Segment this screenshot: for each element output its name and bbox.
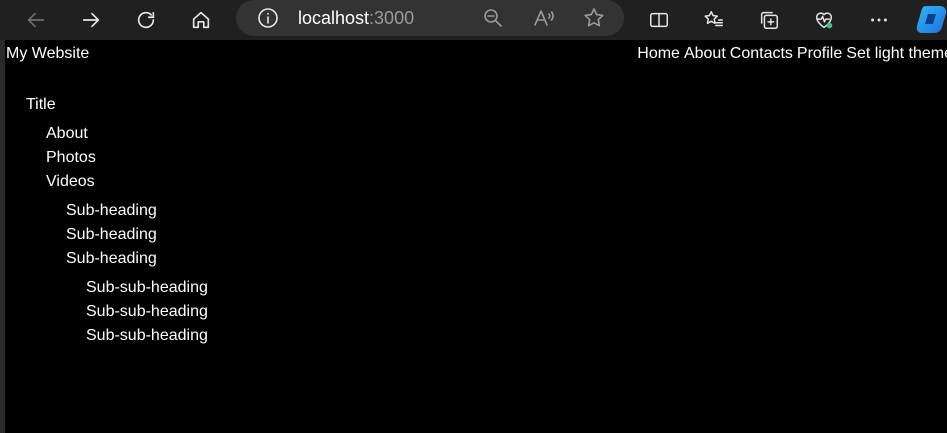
arrow-left-icon [27, 12, 45, 28]
nav-about[interactable]: About [684, 45, 726, 63]
more-dots-icon [871, 18, 887, 22]
heading-item: Photos [46, 149, 96, 166]
collections-icon [760, 11, 778, 29]
site-title[interactable]: My Website [6, 45, 89, 63]
split-screen-button[interactable] [641, 2, 677, 38]
sub-sub-heading-item: Sub-sub-heading [86, 303, 208, 320]
page-title: Title [26, 96, 56, 113]
top-nav: Home About Contacts Profile Set light th… [637, 45, 947, 63]
favorites-button[interactable] [696, 2, 732, 38]
refresh-button[interactable] [128, 2, 164, 38]
forward-button[interactable] [73, 2, 109, 38]
zoom-out-icon[interactable] [481, 6, 505, 30]
arrow-right-icon [82, 12, 100, 28]
home-button[interactable] [183, 2, 219, 38]
url-host: localhost [298, 8, 370, 28]
collections-button[interactable] [751, 2, 787, 38]
info-icon[interactable] [256, 6, 280, 30]
nav-contacts[interactable]: Contacts [730, 45, 793, 63]
page-viewport: My Website Home About Contacts Profile S… [0, 40, 947, 433]
heading-item: Videos [46, 173, 95, 190]
browser-essentials-button[interactable] [806, 2, 842, 38]
back-button[interactable] [18, 2, 54, 38]
split-screen-icon [650, 12, 668, 28]
url-port: :3000 [369, 8, 415, 28]
heading-item: About [46, 125, 88, 142]
more-options-button[interactable] [861, 2, 897, 38]
sub-heading-item: Sub-heading [66, 202, 157, 219]
sub-heading-item: Sub-heading [66, 250, 157, 267]
content-heading-block: Title [26, 96, 56, 114]
url-text[interactable]: localhost:3000 [298, 7, 414, 29]
nav-home[interactable]: Home [637, 45, 680, 63]
theme-toggle[interactable]: Set light theme [846, 45, 947, 63]
favorite-star-icon[interactable] [582, 6, 606, 30]
refresh-icon [137, 11, 155, 29]
sub-sub-heading-item: Sub-sub-heading [86, 279, 208, 296]
favorites-list-icon [704, 11, 723, 27]
sub-sub-heading-item: Sub-sub-heading [86, 327, 208, 344]
heart-pulse-icon [815, 12, 833, 29]
nav-profile[interactable]: Profile [797, 45, 842, 63]
browser-toolbar: localhost:3000 [0, 0, 947, 40]
read-aloud-icon[interactable] [532, 6, 556, 30]
sub-heading-item: Sub-heading [66, 226, 157, 243]
address-bar[interactable]: localhost:3000 [236, 0, 624, 36]
copilot-icon[interactable] [916, 4, 947, 34]
home-icon [192, 11, 210, 29]
